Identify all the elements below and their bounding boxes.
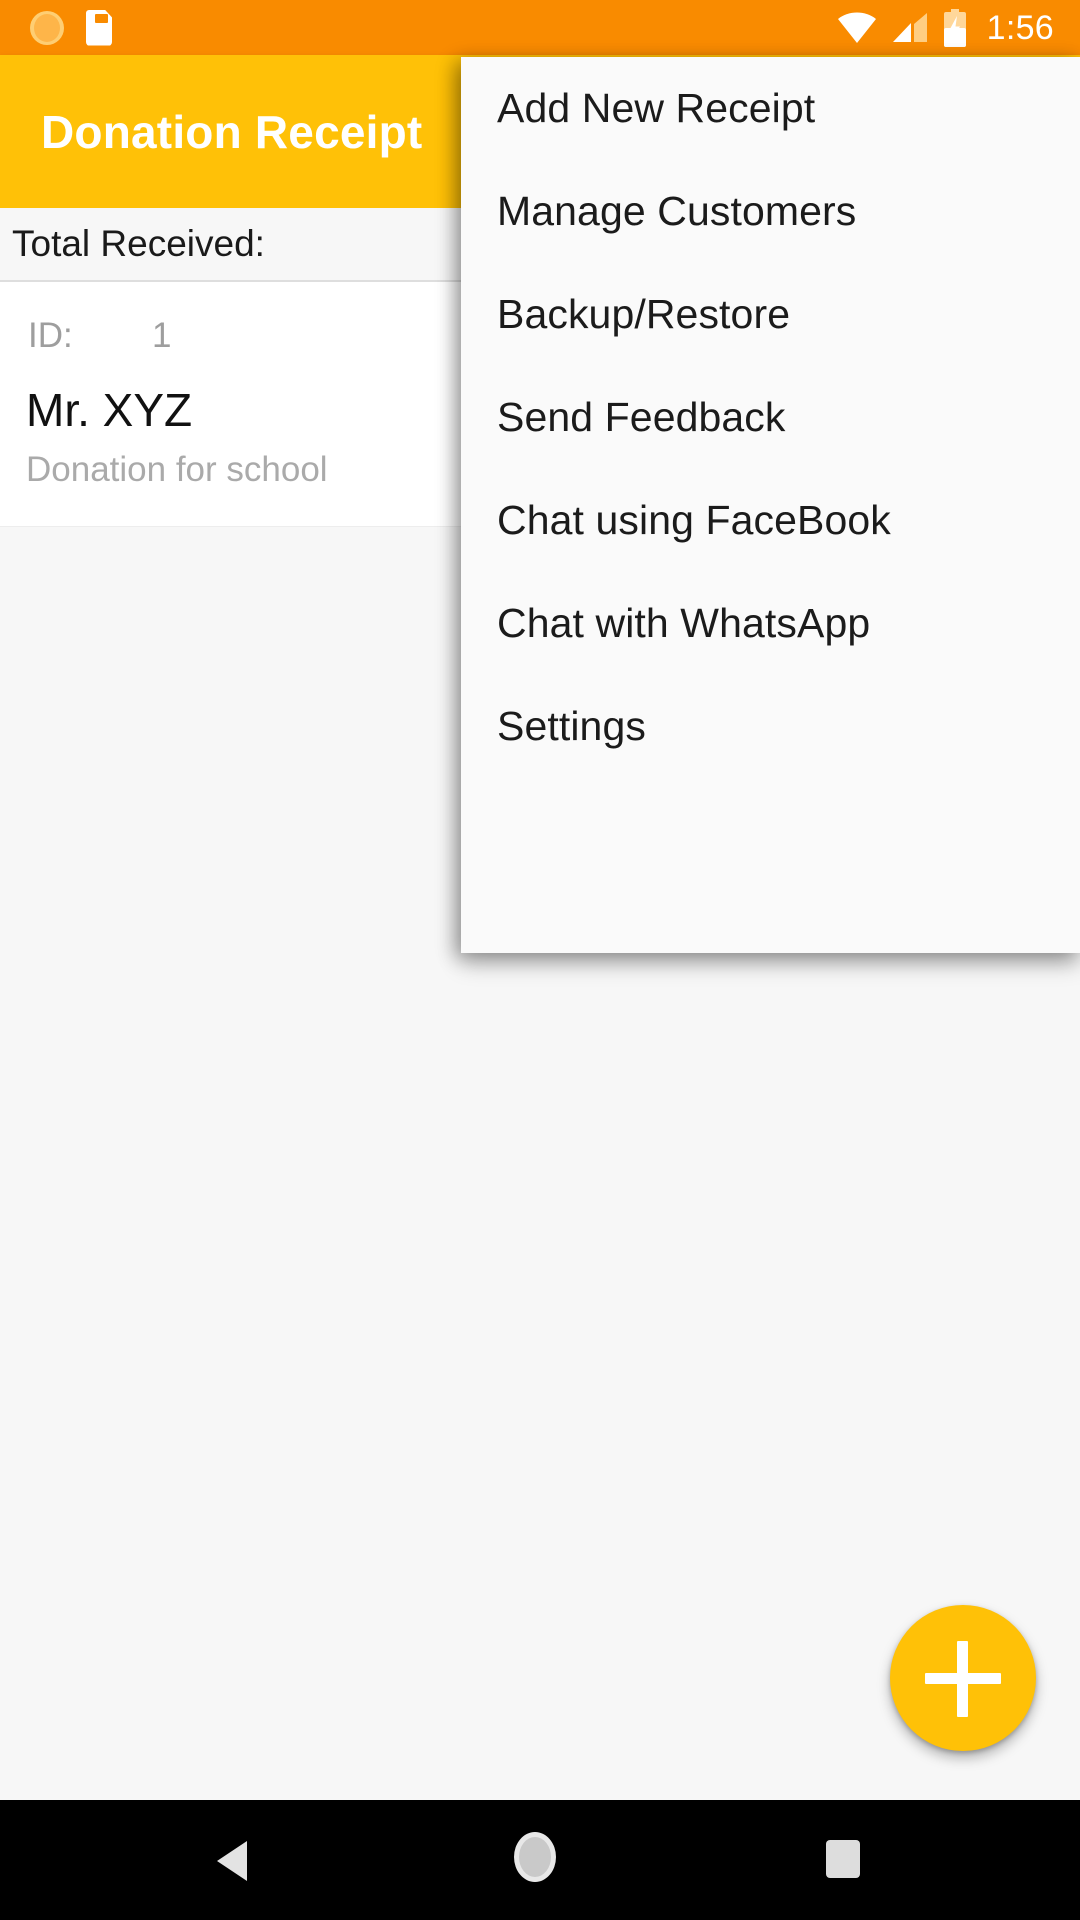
menu-item-add-new-receipt[interactable]: Add New Receipt: [461, 57, 1080, 160]
brightness-icon: [30, 10, 64, 45]
menu-item-label: Settings: [497, 703, 646, 749]
battery-charging-icon: [943, 8, 966, 47]
menu-item-backup-restore[interactable]: Backup/Restore: [461, 263, 1080, 366]
page-title: Donation Receipt: [41, 105, 423, 158]
back-button-icon[interactable]: [217, 1841, 247, 1881]
receipt-id-label: ID:: [28, 316, 73, 355]
plus-icon-vertical: [957, 1641, 968, 1717]
menu-item-chat-using-facebook[interactable]: Chat using FaceBook: [461, 469, 1080, 572]
add-receipt-fab[interactable]: [890, 1605, 1036, 1751]
menu-item-label: Add New Receipt: [497, 85, 816, 131]
receipt-id-value: 1: [152, 316, 172, 355]
menu-item-send-feedback[interactable]: Send Feedback: [461, 366, 1080, 469]
menu-item-label: Chat using FaceBook: [497, 497, 891, 543]
home-button-icon[interactable]: [514, 1832, 556, 1882]
sd-card-icon: [86, 9, 112, 46]
status-bar-clock: 1:56: [986, 8, 1054, 47]
menu-item-chat-with-whatsapp[interactable]: Chat with WhatsApp: [461, 572, 1080, 675]
menu-item-label: Send Feedback: [497, 394, 786, 440]
overflow-menu: Add New Receipt Manage Customers Backup/…: [461, 57, 1080, 953]
menu-item-settings[interactable]: Settings: [461, 675, 1080, 778]
status-bar-left-icons: [30, 0, 112, 55]
system-navigation-bar: [0, 1800, 1080, 1920]
status-bar-right-icons: 1:56: [837, 0, 1054, 55]
menu-item-manage-customers[interactable]: Manage Customers: [461, 160, 1080, 263]
total-received-label: Total Received:: [12, 223, 265, 264]
menu-item-label: Backup/Restore: [497, 291, 791, 337]
cell-signal-icon: [892, 12, 927, 42]
recents-button-icon[interactable]: [826, 1840, 860, 1878]
phone-screen: 1:56 Donation Receipt Total Received: ID…: [0, 0, 1080, 1920]
menu-item-label: Manage Customers: [497, 188, 857, 234]
wifi-icon: [837, 12, 876, 43]
menu-item-label: Chat with WhatsApp: [497, 600, 871, 646]
status-bar: 1:56: [0, 0, 1080, 55]
